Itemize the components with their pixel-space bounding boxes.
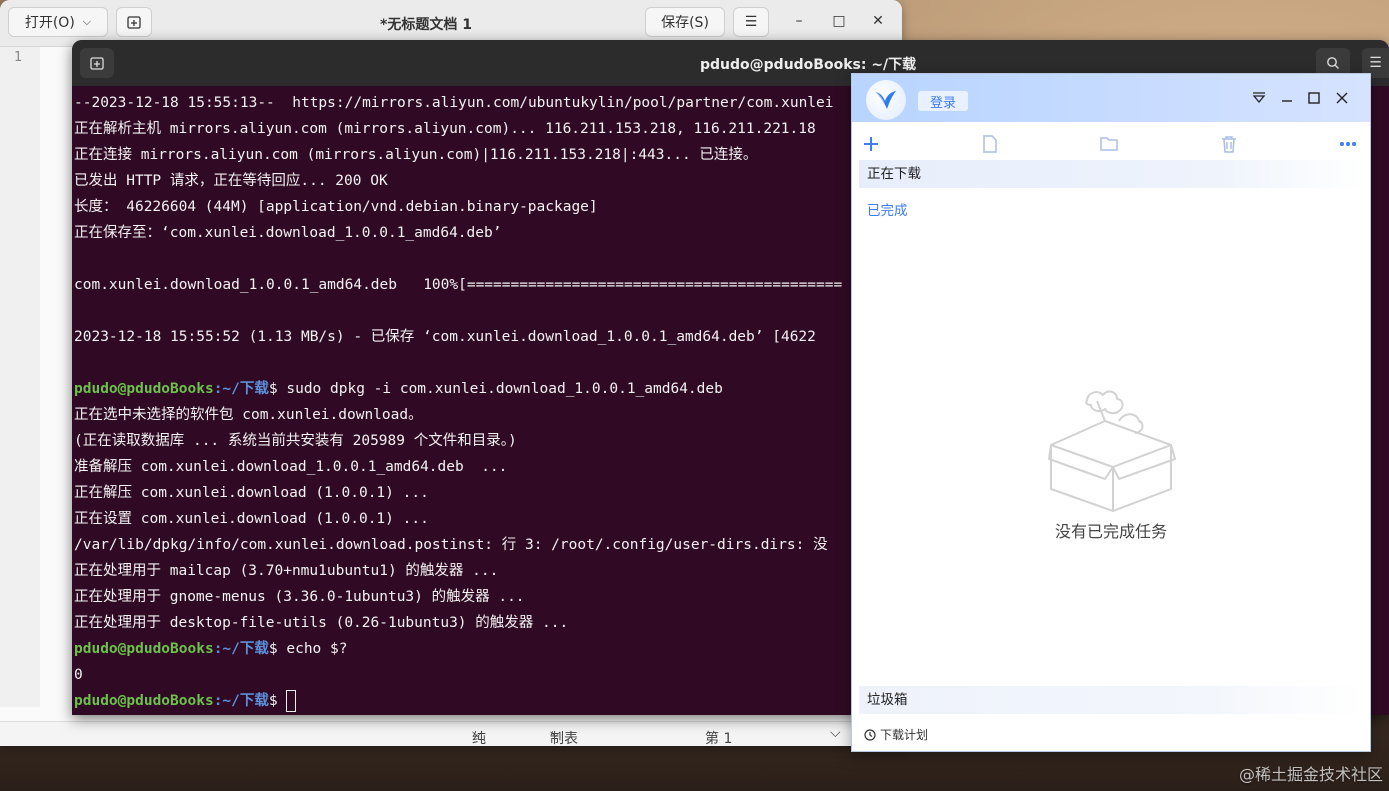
category-completed[interactable]: 已完成 <box>867 199 908 219</box>
category-downloading[interactable]: 正在下载 <box>859 160 1363 188</box>
minimize-icon[interactable]: – <box>789 13 809 29</box>
tab-width-selector[interactable]: 制表符宽度：8 ⌵ <box>550 725 578 746</box>
xunlei-header: 登录 <box>852 74 1370 122</box>
open-label: 打开(O) <box>24 15 75 31</box>
prompt-user: pdudo@pdudoBooks <box>74 381 214 397</box>
terminal-cursor <box>286 690 297 712</box>
minimize-icon[interactable] <box>1276 87 1298 109</box>
gedit-statusbar: 纯文本 ⌵ 制表符宽度：8 ⌵ 第 1 行，第 1 列 ⌵ <box>0 721 902 746</box>
open-button[interactable]: 打开(O) ⌵ <box>8 7 108 37</box>
xunlei-toolbar <box>852 126 1370 162</box>
prompt-symbol: $ <box>268 381 278 397</box>
file-icon[interactable] <box>980 134 1000 154</box>
dropdown-menu-icon[interactable] <box>1248 87 1270 109</box>
chevron-down-icon[interactable]: ⌵ <box>830 725 841 741</box>
menu-icon: ☰ <box>744 14 758 30</box>
folder-icon[interactable] <box>1099 134 1119 154</box>
prompt-user: pdudo@pdudoBooks <box>74 693 214 709</box>
maximize-icon[interactable] <box>1303 87 1325 109</box>
save-button[interactable]: 保存(S) <box>645 7 725 37</box>
download-plan-button[interactable]: 下载计划 <box>864 726 928 743</box>
new-tab-button[interactable] <box>80 48 114 78</box>
hamburger-menu-button[interactable]: ☰ <box>733 7 769 37</box>
xunlei-logo-icon[interactable] <box>866 80 906 120</box>
line-number-gutter <box>0 47 40 707</box>
prompt-path: :~/下载 <box>213 641 269 657</box>
new-tab-icon <box>90 57 104 70</box>
watermark: @稀土掘金技术社区 <box>1238 765 1383 784</box>
close-icon[interactable]: ✕ <box>868 13 888 29</box>
trash-icon[interactable] <box>1219 134 1239 154</box>
category-trash[interactable]: 垃圾箱 <box>859 686 1363 714</box>
download-plan-label: 下载计划 <box>880 728 929 742</box>
more-icon[interactable] <box>1338 134 1358 154</box>
clock-icon <box>864 728 876 741</box>
new-tab-button[interactable] <box>116 7 152 37</box>
new-tab-icon <box>127 16 141 29</box>
empty-box-icon <box>1045 387 1177 517</box>
search-icon <box>1327 57 1339 69</box>
line-number: 1 <box>14 50 23 65</box>
prompt-user: pdudo@pdudoBooks <box>74 641 214 657</box>
prompt-path: :~/下载 <box>213 381 269 397</box>
close-icon[interactable] <box>1331 87 1353 109</box>
document-title: *无标题文档 1 <box>380 17 472 33</box>
chevron-down-icon: ⌵ <box>82 15 92 28</box>
prompt-symbol: $ <box>268 641 278 657</box>
maximize-icon[interactable]: □ <box>829 13 849 29</box>
language-selector[interactable]: 纯文本 ⌵ <box>472 725 486 746</box>
add-task-icon[interactable] <box>861 134 881 154</box>
login-button[interactable]: 登录 <box>918 91 968 111</box>
xunlei-window: 登录 正在下载 已完成 没有已完成任务 垃圾箱 下载计划 <box>851 73 1371 752</box>
empty-state-text: 没有已完成任务 <box>1054 522 1167 541</box>
command-text: echo $? <box>277 641 348 657</box>
menu-icon: ☰ <box>1369 55 1382 71</box>
prompt-symbol: $ <box>268 693 278 709</box>
prompt-path: :~/下载 <box>213 693 269 709</box>
terminal-title: pdudo@pdudoBooks: ~/下载 <box>700 57 917 73</box>
command-text: sudo dpkg -i com.xunlei.download_1.0.0.1… <box>277 381 723 397</box>
